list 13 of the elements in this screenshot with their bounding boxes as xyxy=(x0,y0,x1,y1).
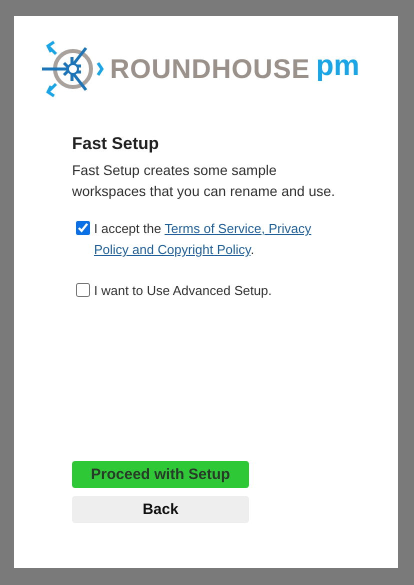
checkbox[interactable] xyxy=(76,283,90,297)
logo-suffix: pm xyxy=(316,50,360,82)
back-button[interactable]: Back xyxy=(72,496,249,523)
terms-link[interactable]: Policy and Copyright Policy xyxy=(94,242,251,257)
terms-label: I accept the Terms of Service, Privacy Policy and Copyright Policy. xyxy=(94,220,312,259)
description-text: Fast Setup creates some sample workspaces that you can rename and use. xyxy=(72,161,336,201)
logo-icon xyxy=(40,39,106,99)
checkbox[interactable] xyxy=(76,221,90,235)
option-label: I want to Use Advanced Setup. xyxy=(94,282,272,300)
logo-wordmark: ROUNDHOUSE xyxy=(110,54,310,84)
proceed-button[interactable]: Proceed with Setup xyxy=(72,461,249,488)
terms-link[interactable]: Terms of Service, Privacy xyxy=(164,221,312,236)
section-heading: Fast Setup xyxy=(72,134,160,154)
